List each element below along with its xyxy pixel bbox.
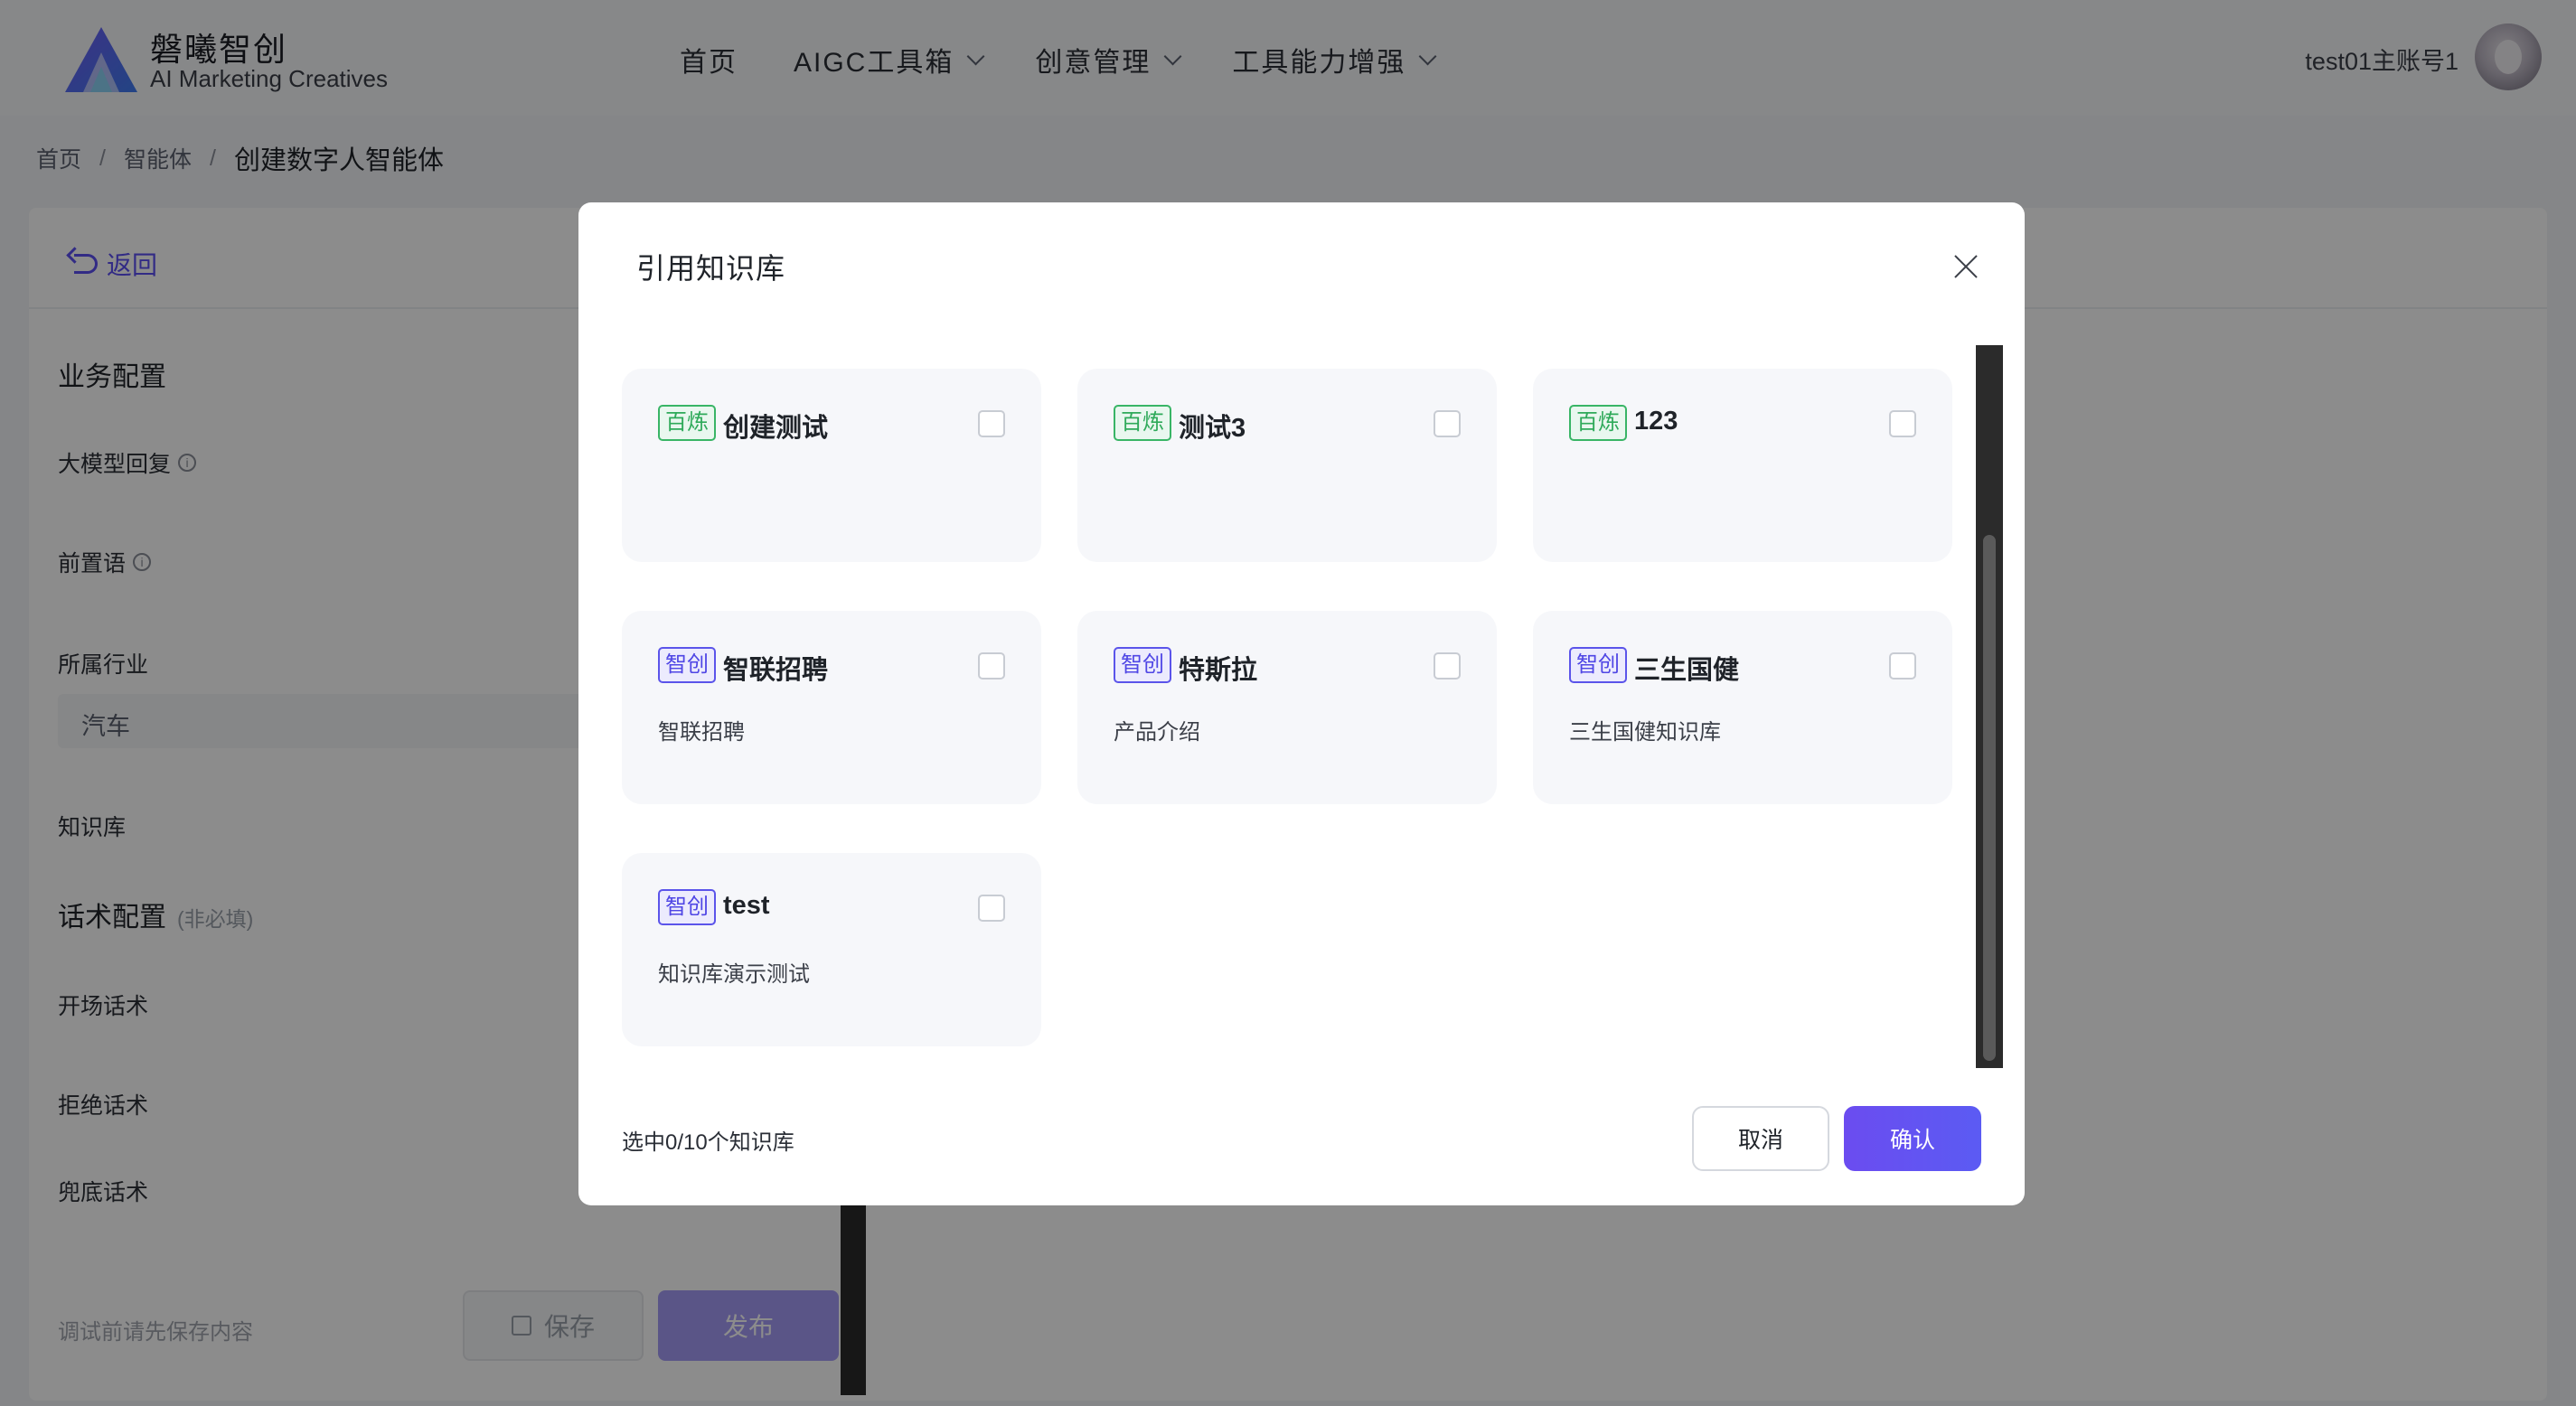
source-badge: 智创 xyxy=(1569,647,1627,683)
cancel-button[interactable]: 取消 xyxy=(1692,1106,1829,1171)
confirm-button[interactable]: 确认 xyxy=(1844,1106,1981,1171)
kb-card[interactable]: 百炼 创建测试 xyxy=(622,369,1041,562)
modal-scrollbar-thumb[interactable] xyxy=(1983,535,1996,1061)
source-badge: 智创 xyxy=(658,647,716,683)
source-badge: 百炼 xyxy=(1569,405,1627,441)
kb-checkbox[interactable] xyxy=(1434,652,1461,680)
kb-card[interactable]: 智创 特斯拉 产品介绍 xyxy=(1077,611,1497,804)
kb-desc: 智联招聘 xyxy=(658,720,745,745)
close-icon[interactable] xyxy=(1952,253,1979,280)
source-badge: 百炼 xyxy=(658,405,716,441)
kb-reference-modal: 引用知识库 百炼 创建测试 百炼 测试3 百炼 123 智创 智联招聘 智联招聘… xyxy=(578,202,2025,1205)
kb-name: 特斯拉 xyxy=(1179,656,1258,685)
kb-name: 123 xyxy=(1634,407,1678,436)
kb-name: 三生国健 xyxy=(1634,656,1740,685)
kb-name: 智联招聘 xyxy=(723,656,829,685)
confirm-label: 确认 xyxy=(1889,1128,1935,1153)
kb-card[interactable]: 智创 test 知识库演示测试 xyxy=(622,853,1041,1046)
kb-name: 测试3 xyxy=(1179,414,1246,443)
source-badge: 智创 xyxy=(658,889,716,925)
source-badge: 智创 xyxy=(1114,647,1171,683)
kb-card[interactable]: 智创 三生国健 三生国健知识库 xyxy=(1533,611,1952,804)
kb-checkbox[interactable] xyxy=(1434,410,1461,437)
selection-count: 选中0/10个知识库 xyxy=(622,1130,794,1155)
kb-desc: 三生国健知识库 xyxy=(1569,720,1721,745)
kb-name: 创建测试 xyxy=(723,414,829,443)
kb-checkbox[interactable] xyxy=(978,652,1005,680)
kb-checkbox[interactable] xyxy=(1889,652,1916,680)
kb-checkbox[interactable] xyxy=(1889,410,1916,437)
kb-checkbox[interactable] xyxy=(978,410,1005,437)
kb-desc: 产品介绍 xyxy=(1114,720,1200,745)
kb-checkbox[interactable] xyxy=(978,895,1005,922)
cancel-label: 取消 xyxy=(1737,1128,1783,1153)
kb-desc: 知识库演示测试 xyxy=(658,962,810,987)
kb-name: test xyxy=(723,891,770,920)
source-badge: 百炼 xyxy=(1114,405,1171,441)
kb-card[interactable]: 智创 智联招聘 智联招聘 xyxy=(622,611,1041,804)
modal-title: 引用知识库 xyxy=(636,252,786,285)
kb-card[interactable]: 百炼 测试3 xyxy=(1077,369,1497,562)
kb-card[interactable]: 百炼 123 xyxy=(1533,369,1952,562)
